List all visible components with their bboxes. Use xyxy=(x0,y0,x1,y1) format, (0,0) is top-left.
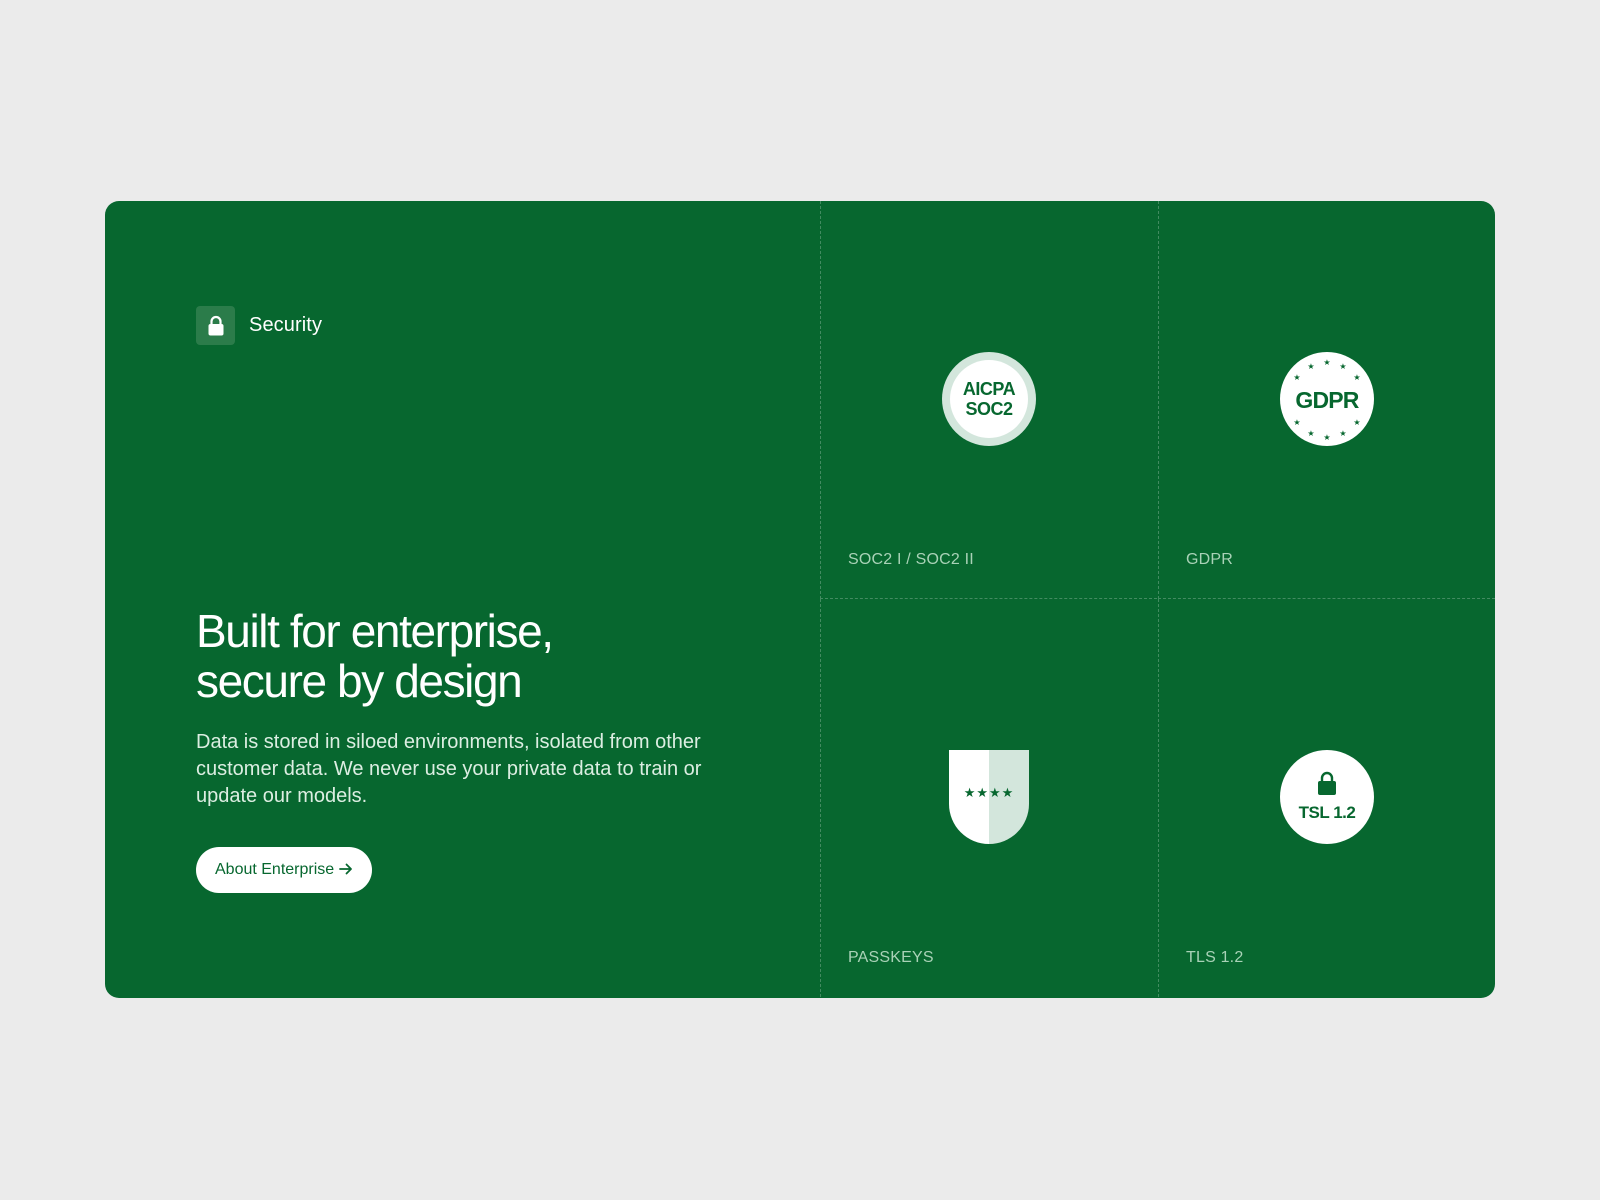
svg-text:★: ★ xyxy=(1353,373,1360,382)
certification-tile-tls: TSL 1.2 TLS 1.2 xyxy=(1158,599,1495,997)
arrow-right-icon xyxy=(339,862,353,879)
certification-label-tls: TLS 1.2 xyxy=(1186,949,1244,966)
about-enterprise-button-label: About Enterprise xyxy=(215,861,335,878)
lock-icon xyxy=(196,306,235,345)
passkeys-shield-icon: ★★★★ xyxy=(942,750,1036,844)
gdpr-stars-seal-icon: ★ ★ ★ ★ ★ ★ ★ ★ ★ ★ GDPR xyxy=(1280,352,1374,446)
svg-text:★: ★ xyxy=(1339,362,1346,371)
soc2-badge-line-1: AICPA xyxy=(962,379,1016,399)
page-title-line-1: Built for enterprise, xyxy=(196,605,554,657)
security-intro: Security Built for enterprise, secure by… xyxy=(105,201,820,998)
certification-tile-passkeys: ★★★★ PASSKEYS xyxy=(820,599,1157,997)
section-eyebrow-label: Security xyxy=(249,314,323,336)
security-card: Security Built for enterprise, secure by… xyxy=(105,201,1495,998)
page-title-line-2: secure by design xyxy=(196,655,523,707)
svg-text:★: ★ xyxy=(1339,429,1346,438)
svg-text:★: ★ xyxy=(1293,418,1300,427)
about-enterprise-button[interactable]: About Enterprise xyxy=(196,847,373,893)
svg-text:★: ★ xyxy=(1323,358,1330,367)
certification-label-soc2: SOC2 I / SOC2 II xyxy=(848,551,974,568)
description-text: Data is stored in siloed environments, i… xyxy=(196,731,702,807)
svg-text:★: ★ xyxy=(1353,418,1360,427)
svg-text:★: ★ xyxy=(1293,373,1300,382)
certification-label-passkeys: PASSKEYS xyxy=(848,949,934,966)
soc2-badge-line-2: SOC2 xyxy=(965,399,1013,419)
aicpa-soc2-seal-icon: AICPA SOC2 xyxy=(942,352,1036,446)
section-eyebrow: Security xyxy=(196,306,322,345)
certification-tile-gdpr: ★ ★ ★ ★ ★ ★ ★ ★ ★ ★ GDPR GDPR xyxy=(1158,201,1495,599)
tls-badge-text: TSL 1.2 xyxy=(1299,803,1356,822)
passkeys-badge-stars: ★★★★ xyxy=(964,786,1015,801)
tls-lock-badge-icon: TSL 1.2 xyxy=(1280,750,1374,844)
svg-text:★: ★ xyxy=(1307,362,1314,371)
certification-label-gdpr: GDPR xyxy=(1186,551,1234,568)
gdpr-badge-text: GDPR xyxy=(1295,387,1359,413)
certification-tile-soc2: AICPA SOC2 SOC2 I / SOC2 II xyxy=(820,201,1157,599)
page-title: Built for enterprise, secure by design xyxy=(196,605,554,707)
svg-text:★: ★ xyxy=(1307,429,1314,438)
svg-text:★: ★ xyxy=(1323,433,1330,442)
certification-grid: AICPA SOC2 SOC2 I / SOC2 II ★ ★ ★ ★ ★ ★ … xyxy=(820,201,1495,998)
